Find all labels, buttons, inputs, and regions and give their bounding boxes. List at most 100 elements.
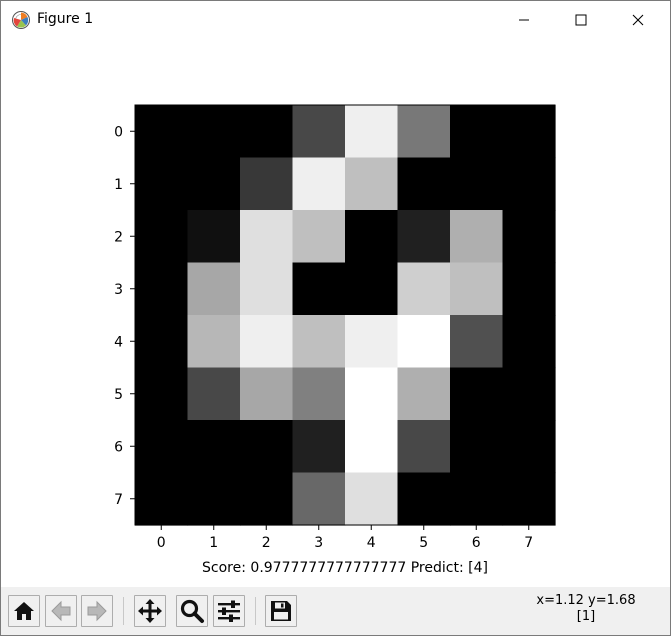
pixel-cell: [502, 157, 556, 211]
image-plot[interactable]: 0 1 2 3 4 5 6 7 0 1 2 3 4 5 6 7 Score: 0.9777777777777…: [1, 39, 670, 587]
zoom-button[interactable]: [176, 595, 208, 627]
pixel-cell: [135, 262, 189, 316]
figure-canvas[interactable]: 0 1 2 3 4 5 6 7 0 1 2 3 4 5 6 7 Score: 0.9777777777777…: [1, 39, 670, 587]
window-title: Figure 1: [37, 11, 94, 27]
pixel-cell: [292, 315, 346, 369]
close-icon: [632, 14, 644, 26]
sliders-icon: [218, 600, 240, 622]
pixel-cell: [187, 157, 241, 211]
pixel-cell: [450, 105, 504, 159]
pixel-grid: [135, 105, 556, 526]
pixel-cell: [450, 367, 504, 421]
pixel-cell: [292, 262, 346, 316]
y-axis: 0 1 2 3 4 5 6 7: [114, 124, 135, 508]
back-button[interactable]: [45, 595, 77, 627]
pixel-cell: [345, 262, 399, 316]
pixel-cell: [240, 367, 294, 421]
floppy-disk-icon: [271, 601, 291, 621]
pixel-cell: [502, 472, 556, 526]
y-tick-label: 2: [114, 229, 123, 245]
pixel-cell: [135, 367, 189, 421]
magnifier-icon: [180, 599, 204, 623]
pixel-cell: [345, 420, 399, 474]
pixel-cell: [450, 210, 504, 264]
pixel-cell: [135, 472, 189, 526]
pixel-cell: [450, 420, 504, 474]
pixel-cell: [292, 157, 346, 211]
subplots-button[interactable]: [213, 595, 245, 627]
pixel-cell: [397, 472, 451, 526]
coords-xy: x=1.12 y=1.68: [536, 593, 636, 608]
y-tick-label: 4: [114, 334, 123, 350]
y-tick-label: 3: [114, 282, 123, 298]
pixel-cell: [292, 105, 346, 159]
pixel-cell: [502, 367, 556, 421]
x-tick-label: 6: [472, 535, 481, 551]
x-tick-label: 7: [524, 535, 533, 551]
pixel-cell: [240, 210, 294, 264]
pixel-cell: [345, 105, 399, 159]
x-tick-label: 3: [314, 535, 323, 551]
pixel-cell: [397, 105, 451, 159]
y-tick-label: 0: [114, 124, 123, 140]
title-bar[interactable]: Figure 1: [1, 1, 670, 39]
pixel-cell: [450, 157, 504, 211]
pixel-cell: [240, 157, 294, 211]
pixel-cell: [292, 210, 346, 264]
maximize-button[interactable]: [558, 1, 604, 39]
pixel-cell: [187, 210, 241, 264]
pixel-cell: [187, 315, 241, 369]
pixel-cell: [240, 315, 294, 369]
close-button[interactable]: [615, 1, 661, 39]
x-tick-label: 1: [209, 535, 218, 551]
pixel-cell: [187, 367, 241, 421]
cursor-coordinates: x=1.12 y=1.68 [1]: [516, 593, 656, 625]
x-tick-label: 0: [157, 535, 166, 551]
figure-window: Figure 1 0 1 2 3 4 5 6 7 0 1 2 3 4 5 6 7 Score: 0.9777…: [0, 0, 671, 636]
x-tick-label: 4: [367, 535, 376, 551]
pan-button[interactable]: [134, 595, 166, 627]
pixel-cell: [345, 315, 399, 369]
pixel-cell: [292, 472, 346, 526]
pixel-cell: [345, 157, 399, 211]
x-axis-label: Score: 0.9777777777777777 Predict: [4]: [202, 560, 488, 576]
pixel-cell: [345, 472, 399, 526]
pixel-cell: [240, 472, 294, 526]
pixel-cell: [397, 210, 451, 264]
pixel-cell: [240, 262, 294, 316]
home-icon: [14, 602, 34, 620]
pixel-cell: [345, 367, 399, 421]
pixel-cell: [292, 367, 346, 421]
navigation-toolbar: x=1.12 y=1.68 [1]: [1, 587, 670, 635]
pixel-cell: [397, 420, 451, 474]
pixel-cell: [450, 262, 504, 316]
pixel-cell: [450, 315, 504, 369]
pixel-cell: [502, 315, 556, 369]
pixel-cell: [450, 472, 504, 526]
pixel-cell: [187, 105, 241, 159]
pixel-cell: [187, 420, 241, 474]
pixel-cell: [135, 157, 189, 211]
home-button[interactable]: [8, 595, 40, 627]
save-button[interactable]: [265, 595, 297, 627]
toolbar-separator: [255, 597, 256, 625]
pixel-cell: [397, 367, 451, 421]
pixel-cell: [345, 210, 399, 264]
matplotlib-icon: [11, 10, 31, 30]
pixel-cell: [502, 105, 556, 159]
move-icon: [138, 599, 162, 623]
toolbar-separator: [123, 597, 124, 625]
pixel-cell: [135, 420, 189, 474]
minimize-button[interactable]: [501, 1, 547, 39]
minimize-icon: [519, 19, 529, 21]
pixel-cell: [135, 315, 189, 369]
pixel-cell: [240, 105, 294, 159]
pixel-cell: [397, 157, 451, 211]
forward-button[interactable]: [81, 595, 113, 627]
x-axis: 0 1 2 3 4 5 6 7: [157, 525, 533, 551]
pixel-cell: [292, 420, 346, 474]
pixel-cell: [397, 262, 451, 316]
y-tick-label: 6: [114, 439, 123, 455]
arrow-right-icon: [87, 600, 107, 622]
coords-value: [1]: [576, 609, 596, 624]
